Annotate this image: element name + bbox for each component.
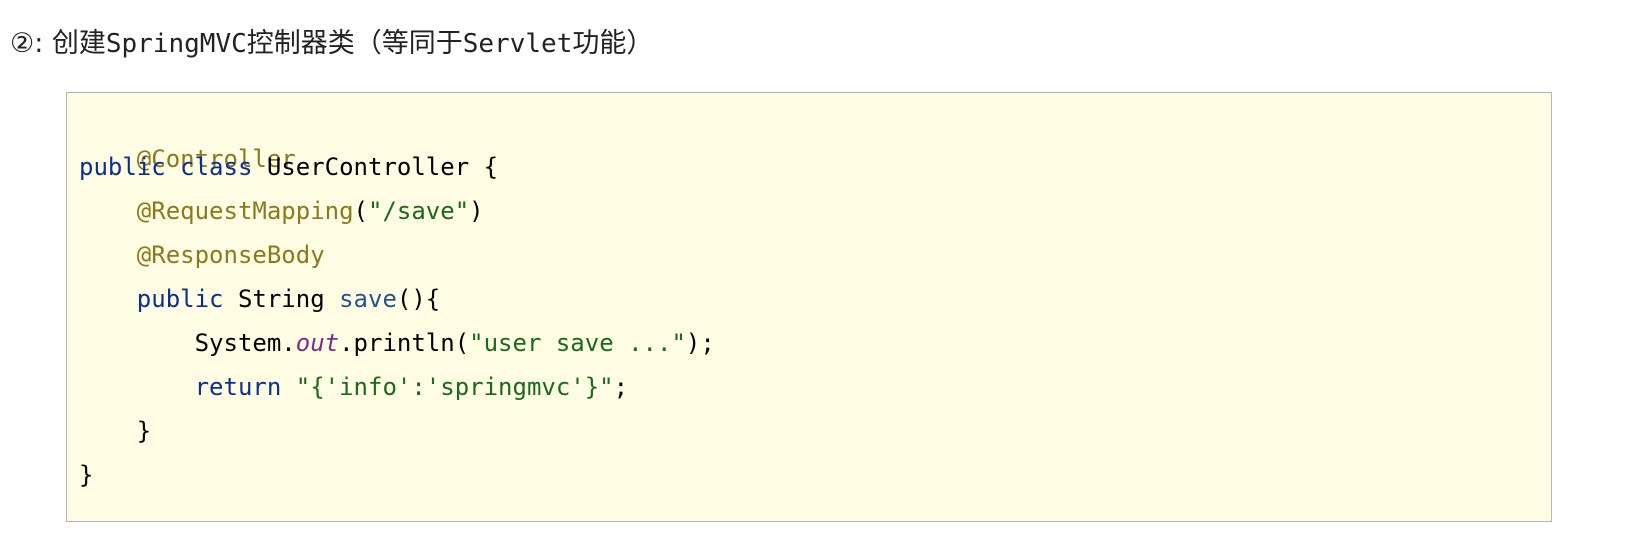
method-signature-rest: (){	[396, 285, 441, 313]
code-line-5: public String save(){	[79, 281, 440, 317]
string-save-path: "/save"	[368, 197, 470, 225]
code-line-9: }	[79, 457, 93, 493]
annotation-request-mapping: @RequestMapping	[136, 197, 354, 225]
heading-text-4: Servlet	[462, 29, 573, 59]
code-line-1: @Controller	[79, 105, 296, 173]
paren-open: (	[353, 197, 368, 225]
heading-text-1: 创建	[51, 28, 106, 59]
return-type: String	[237, 285, 325, 313]
return-end: ;	[613, 373, 629, 401]
system-object: System.	[194, 329, 296, 357]
code-block: @Controller public class UserController …	[66, 92, 1552, 522]
keyword-return: return	[194, 373, 282, 401]
out-field: out	[295, 329, 340, 357]
string-user-save: "user save ..."	[469, 329, 686, 357]
code-line-6: System.out.println("user save ...");	[79, 325, 715, 361]
annotation-response-body: @ResponseBody	[136, 241, 325, 269]
class-close-brace: }	[79, 461, 94, 489]
heading-text-2: SpringMVC	[105, 29, 247, 59]
heading-prefix: ②:	[10, 28, 52, 59]
keyword-public-method: public	[136, 285, 224, 313]
string-json-result: "{'info':'springmvc'}"	[295, 373, 614, 401]
code-line-7: return "{'info':'springmvc'}";	[79, 369, 629, 405]
code-line-3: @RequestMapping("/save")	[79, 193, 484, 229]
heading-text-5: 功能）	[572, 28, 654, 59]
class-declaration: UserController {	[266, 153, 499, 181]
keyword-class: class	[180, 153, 253, 181]
section-heading: ②: 创建SpringMVC控制器类（等同于Servlet功能）	[10, 22, 653, 66]
method-name: save	[339, 285, 397, 313]
println-call: .println(	[339, 329, 470, 357]
paren-close: )	[469, 197, 484, 225]
statement-end: );	[685, 329, 715, 357]
code-line-8: }	[79, 413, 151, 449]
code-line-4: @ResponseBody	[79, 237, 325, 273]
code-line-2: public class UserController {	[79, 149, 498, 185]
keyword-public: public	[79, 153, 166, 181]
heading-text-3: 控制器类（等同于	[246, 28, 463, 59]
method-close-brace: }	[136, 417, 152, 445]
